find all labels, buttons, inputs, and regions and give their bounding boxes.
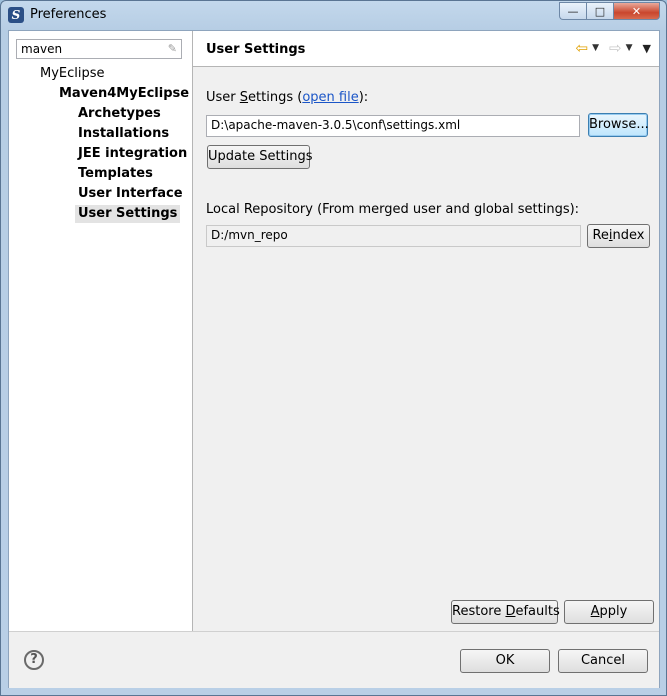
- back-arrow-icon[interactable]: ⇦: [576, 41, 589, 56]
- cancel-button[interactable]: Cancel: [558, 649, 648, 673]
- dialog-client-area: maven ✎ MyEclipse Maven4MyEclipse Archetyp…: [8, 30, 660, 688]
- forward-arrow-icon[interactable]: ⇨: [609, 41, 622, 56]
- tree-item-archetypes[interactable]: Archetypes: [75, 105, 164, 123]
- tree-item-jee-integration[interactable]: JEE integration: [75, 145, 190, 163]
- apply-button[interactable]: Apply: [564, 600, 654, 624]
- preferences-window: S Preferences — □ ✕ maven ✎ MyEclipse Mav…: [0, 0, 667, 696]
- local-repository-label: Local Repository (From merged user and g…: [206, 202, 580, 217]
- tree-item-maven4myeclipse[interactable]: Maven4MyEclipse: [56, 85, 192, 103]
- local-repository-field[interactable]: D:/mvn_repo: [206, 225, 581, 247]
- preference-page: User Settings ⇦ ▼ ⇨ ▼ ▼ User Settings (o…: [193, 31, 659, 631]
- reindex-button[interactable]: Reindex: [587, 224, 650, 248]
- open-file-link[interactable]: open file: [302, 90, 358, 105]
- preferences-tree-pane: maven ✎ MyEclipse Maven4MyEclipse Archetyp…: [9, 31, 193, 631]
- title-bar[interactable]: S Preferences — □ ✕: [1, 1, 666, 29]
- tree-item-user-settings[interactable]: User Settings: [75, 205, 181, 223]
- tree-item-installations[interactable]: Installations: [75, 125, 172, 143]
- tree-item-templates[interactable]: Templates: [75, 165, 156, 183]
- clear-filter-icon[interactable]: ✎: [168, 42, 177, 55]
- update-settings-button[interactable]: Update Settings: [207, 145, 313, 169]
- page-navigation: ⇦ ▼ ⇨ ▼ ▼: [576, 41, 651, 56]
- user-settings-path-field[interactable]: D:\apache-maven-3.0.5\conf\settings.xml: [206, 115, 580, 137]
- maximize-button[interactable]: □: [586, 2, 613, 20]
- tree-item-user-interface[interactable]: User Interface: [75, 185, 186, 203]
- page-header: User Settings ⇦ ▼ ⇨ ▼ ▼: [193, 31, 659, 67]
- myeclipse-logo-icon: S: [8, 7, 24, 23]
- forward-history-dropdown[interactable]: ▼: [626, 43, 633, 53]
- close-button[interactable]: ✕: [613, 2, 660, 20]
- user-settings-label: User Settings (open file):: [206, 90, 369, 105]
- dialog-button-bar: ? OK Cancel: [9, 631, 659, 688]
- minimize-button[interactable]: —: [559, 2, 586, 20]
- browse-button[interactable]: Browse...: [588, 113, 649, 137]
- filter-input-value: maven: [21, 42, 63, 56]
- tree-item-myeclipse[interactable]: MyEclipse: [37, 65, 108, 83]
- back-history-dropdown[interactable]: ▼: [592, 43, 599, 53]
- window-title: Preferences: [30, 7, 107, 22]
- page-title: User Settings: [206, 42, 306, 57]
- help-icon[interactable]: ?: [24, 650, 44, 670]
- filter-input[interactable]: maven ✎: [16, 39, 182, 59]
- restore-defaults-button[interactable]: Restore Defaults: [451, 600, 560, 624]
- ok-button[interactable]: OK: [460, 649, 550, 673]
- view-menu-icon[interactable]: ▼: [643, 42, 651, 55]
